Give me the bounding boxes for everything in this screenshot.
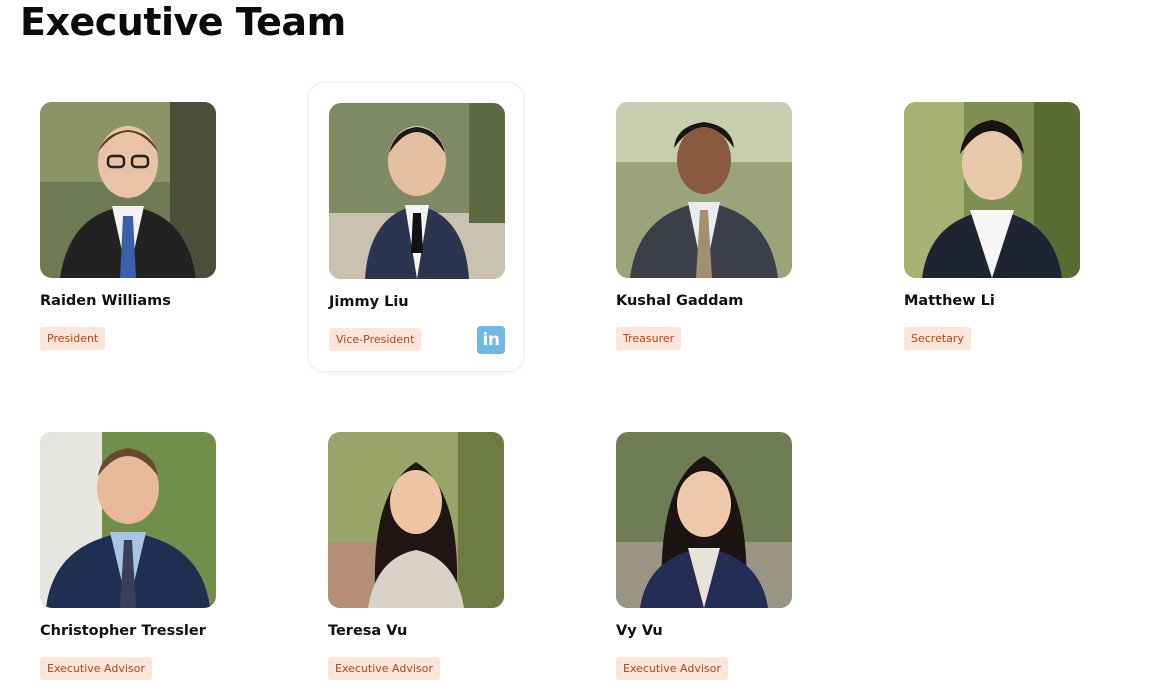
member-name: Matthew Li <box>904 293 995 309</box>
member-photo <box>904 102 1080 278</box>
member-role-badge: Executive Advisor <box>616 657 728 680</box>
member-card-matthew-li[interactable]: Matthew Li Secretary <box>884 82 1100 372</box>
member-name: Teresa Vu <box>328 623 408 639</box>
member-name: Kushal Gaddam <box>616 293 744 309</box>
member-role-badge: President <box>40 327 106 350</box>
member-photo <box>40 102 216 278</box>
member-card-teresa-vu[interactable]: Teresa Vu Executive Advisor <box>308 412 524 699</box>
member-name: Jimmy Liu <box>329 294 409 310</box>
member-card-kushal-gaddam[interactable]: Kushal Gaddam Treasurer <box>596 82 812 372</box>
member-photo <box>616 102 792 278</box>
member-role-badge: Executive Advisor <box>40 657 152 680</box>
member-name: Christopher Tressler <box>40 623 206 639</box>
member-card-vy-vu[interactable]: Vy Vu Executive Advisor <box>596 412 812 699</box>
member-photo <box>328 432 504 608</box>
member-role-badge: Treasurer <box>616 327 682 350</box>
executive-team-page: Executive Team Raiden Williams President <box>0 0 1171 699</box>
member-photo <box>329 103 505 279</box>
member-photo <box>40 432 216 608</box>
member-name: Vy Vu <box>616 623 663 639</box>
section-title: Executive Team <box>20 0 346 44</box>
member-role-badge: Secretary <box>904 327 971 350</box>
linkedin-icon[interactable]: in <box>477 326 505 354</box>
member-card-christopher-tressler[interactable]: Christopher Tressler Executive Advisor <box>20 412 236 699</box>
member-card-raiden-williams[interactable]: Raiden Williams President <box>20 82 236 372</box>
member-role-badge: Executive Advisor <box>328 657 440 680</box>
member-role-badge: Vice-President <box>329 328 422 351</box>
member-name: Raiden Williams <box>40 293 171 309</box>
member-photo <box>616 432 792 608</box>
member-card-jimmy-liu[interactable]: Jimmy Liu Vice-President in <box>308 82 524 372</box>
